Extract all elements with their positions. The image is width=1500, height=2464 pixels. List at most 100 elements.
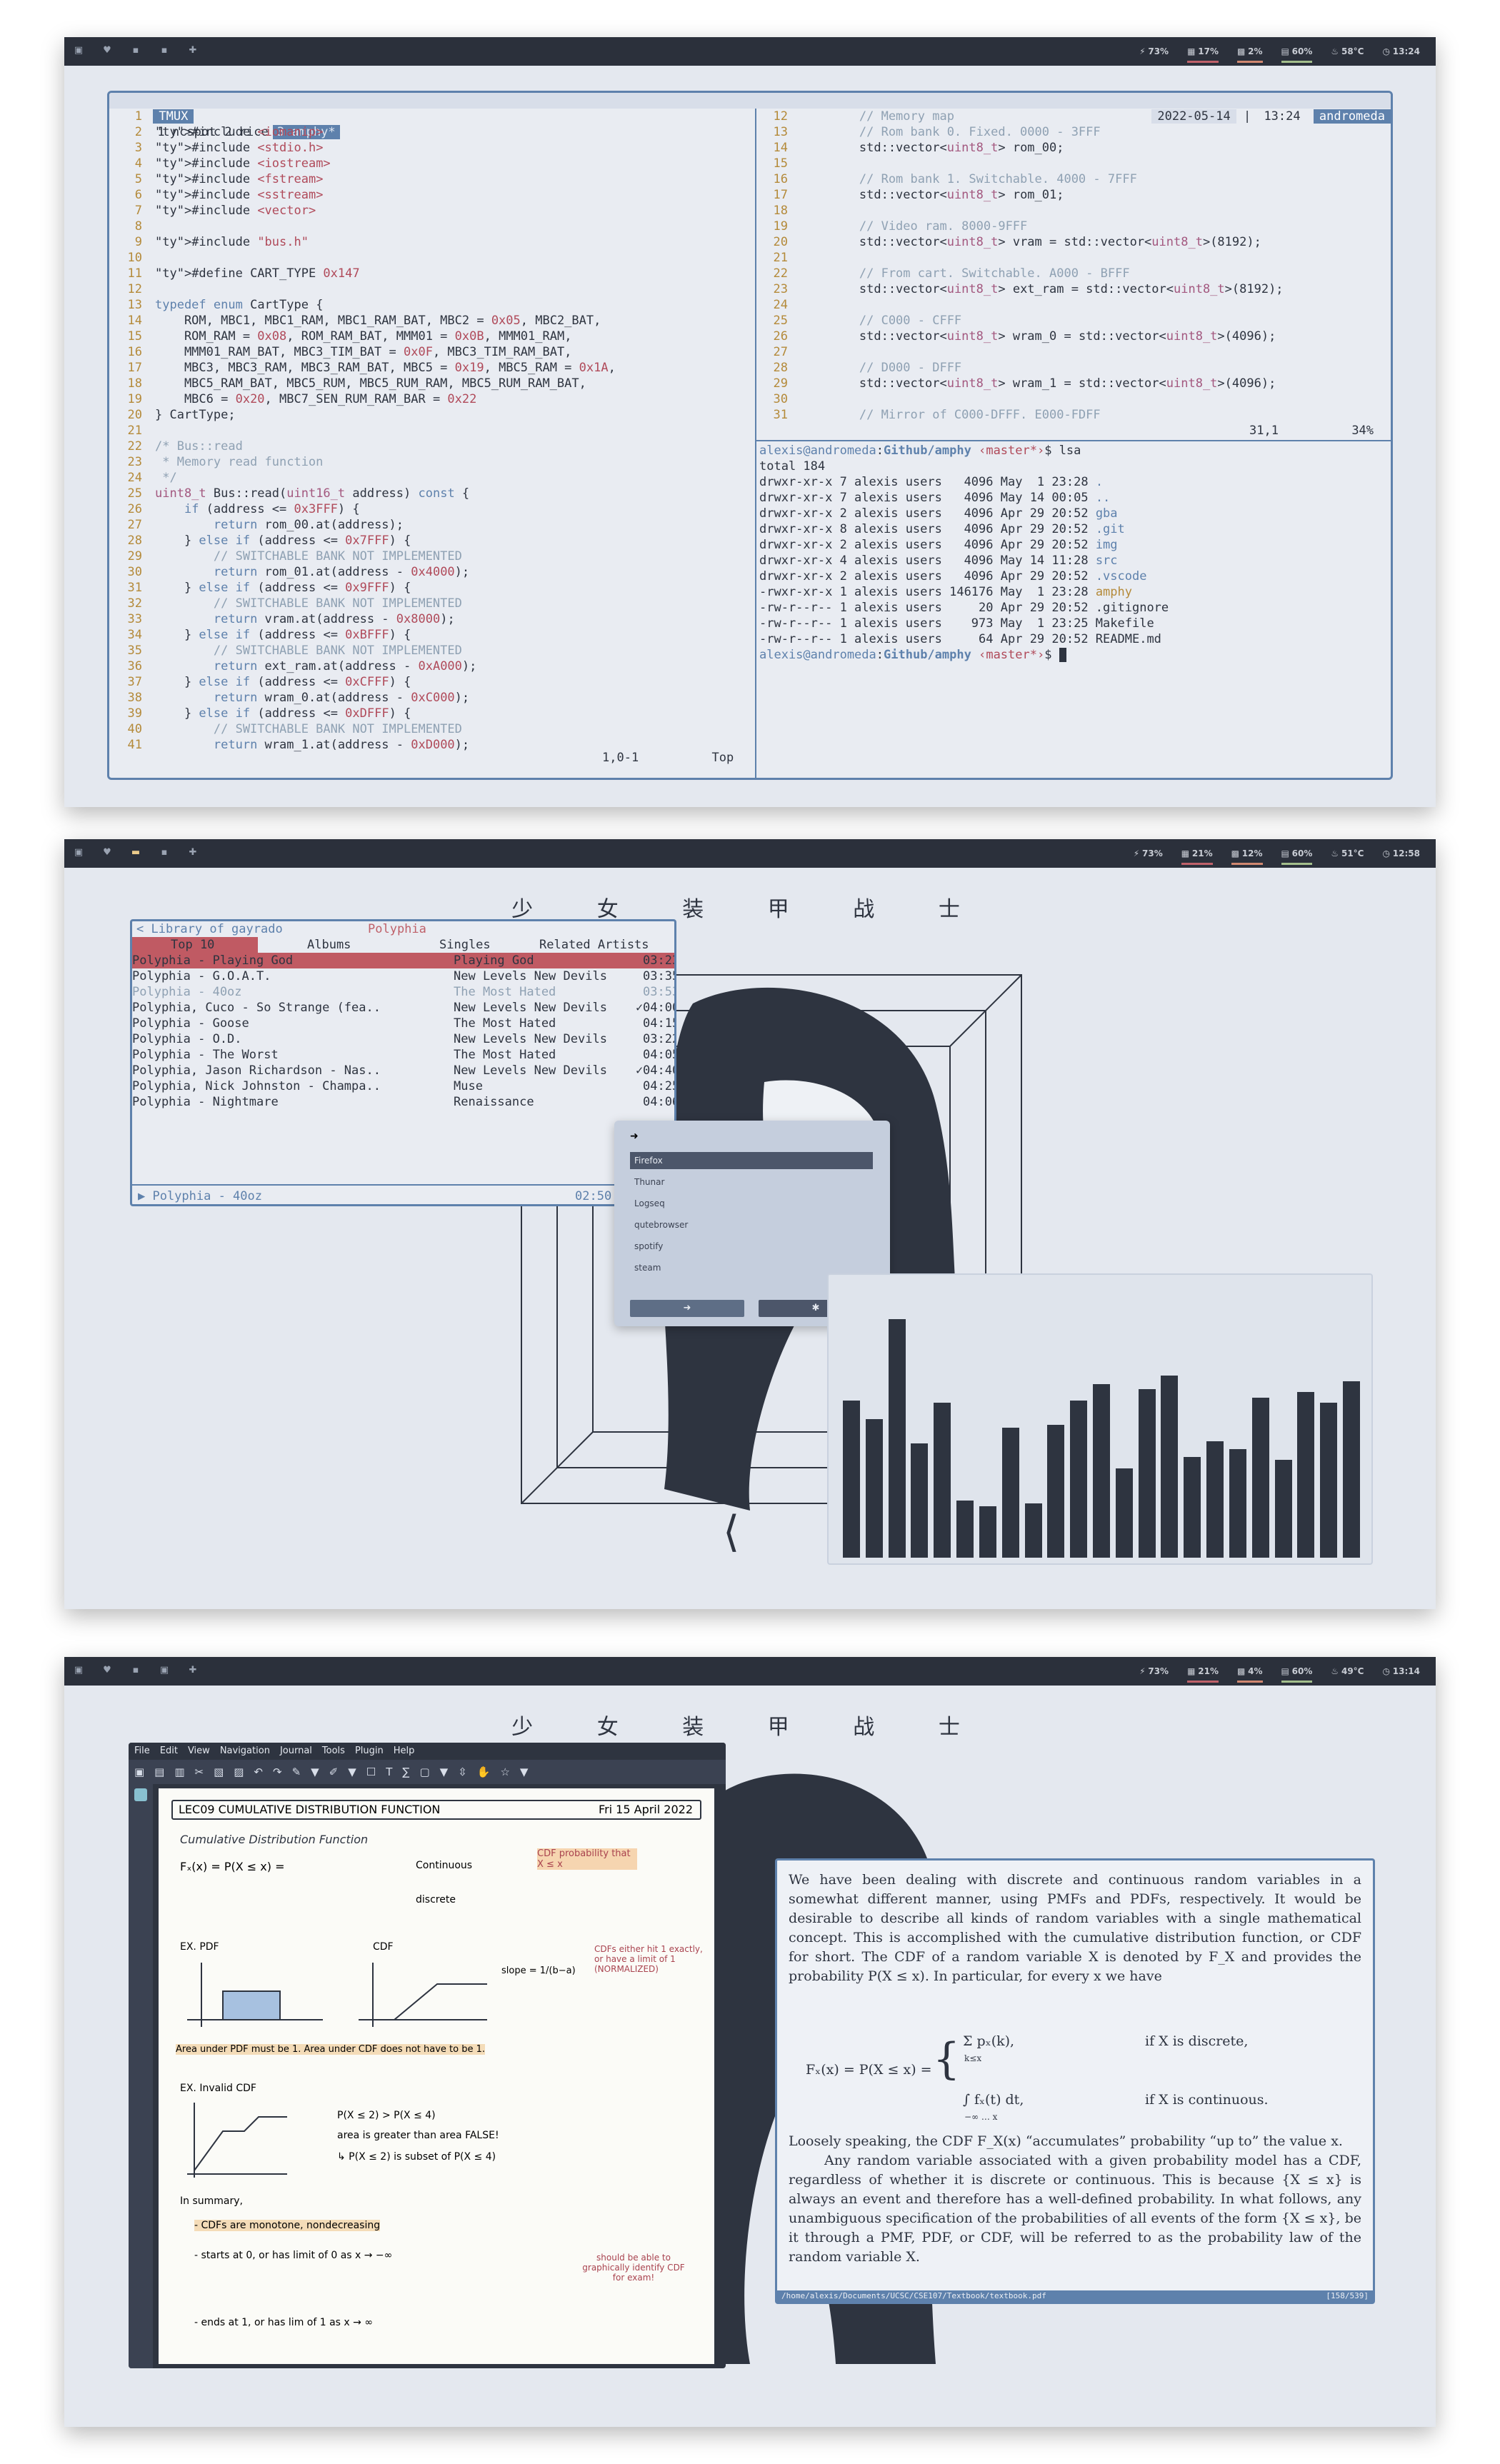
menu-tools[interactable]: Tools [322,1746,345,1756]
code-line: 25 uint8_t Bus::read(uint16_t address) co… [114,486,749,501]
launcher-item[interactable]: spotify [630,1238,873,1255]
temp-stat: ♨ 58°C [1331,46,1364,56]
library-back-link[interactable]: < Library of gayrado [136,921,283,937]
code-line: 22/* Bus::read [114,439,749,454]
disk-stat: ▤ 60% [1281,1657,1313,1686]
battery-stat: ⚡ 73% [1133,848,1163,858]
workspace-icon-1[interactable]: ▣ [73,847,84,858]
code-line: 22 // From cart. Switchable. A000 - BFFF [759,266,1391,281]
launcher-run-button[interactable]: ➜ [630,1300,744,1317]
menu-journal[interactable]: Journal [280,1746,312,1756]
menu-navigation[interactable]: Navigation [220,1746,270,1756]
track-row[interactable]: Polyphia - G.O.A.T. New Levels New Devils… [132,968,674,984]
shell-pane[interactable]: alexis@andromeda:Github/amphy ‹master*›$… [759,443,1391,663]
vim-right-pane[interactable]: 12 // Memory map 13 // Rom bank 0. Fixed.… [759,109,1391,423]
track-row[interactable]: Polyphia, Jason Richardson - Nas.. New Le… [132,1063,674,1078]
code-line: 23 std::vector<uint8_t> ext_ram = std::v… [759,281,1391,297]
menu-view[interactable]: View [188,1746,210,1756]
disk-stat: ▤ 60% [1281,37,1313,66]
menu-edit[interactable]: Edit [160,1746,178,1756]
workspace-icon-5[interactable]: ✚ [187,45,199,56]
workspace-icon-4[interactable]: ▪ [159,847,170,858]
line-number: 10 [127,251,142,265]
note-page[interactable]: LEC09 CUMULATIVE DISTRIBUTION FUNCTION Fr… [159,1788,714,2364]
workspace-icon-3[interactable]: ▬ [130,847,141,858]
launcher-item[interactable]: Firefox [630,1152,873,1169]
line-number: 24 [127,471,142,485]
code-line: 20} CartType; [114,407,749,423]
pdf-paragraph-3: Any random variable associated with a gi… [789,2153,1361,2265]
launcher-item[interactable]: qutebrowser [630,1216,873,1233]
pdf-paragraph-2: Loosely speaking, the CDF F_X(x) “accumu… [789,2133,1343,2149]
tmux-window[interactable]: TMUX 1 ncspot 2 rice 3 amphy* 2022-05-14 |… [107,91,1393,780]
hw-bullet-3: - ends at 1, or has lim of 1 as x → ∞ [194,2317,373,2328]
code-line: 19 // Video ram. 8000-9FFF [759,219,1391,234]
line-number: 38 [127,691,142,705]
tab-singles[interactable]: Singles [439,937,491,953]
code-line: 30 return rom_01.at(address - 0x4000); [114,564,749,580]
launcher-item[interactable]: Logseq [630,1195,873,1212]
ls-entry: drwxr-xr-x 2 alexis users 4096 Apr 29 20… [759,569,1147,584]
track-row[interactable]: Polyphia, Nick Johnston - Champa.. Muse 04… [132,1078,674,1094]
track-row[interactable]: Polyphia - Playing God Playing God 03:23 [132,953,674,968]
workspace-icon-2[interactable]: ♥ [101,1665,113,1676]
menu-plugin[interactable]: Plugin [355,1746,384,1756]
xournal-window[interactable]: File Edit View Navigation Journal Tools Plugin… [129,1743,726,2368]
line-number: 17 [127,361,142,375]
line-number: 18 [773,204,788,218]
visualizer-bar [843,1400,860,1558]
workspace-icon-2[interactable]: ♥ [101,45,113,56]
code-line: 9 "ty">#include "bus.h" [114,234,749,250]
code-line: 23 * Memory read function [114,454,749,470]
tab-top10[interactable]: Top 10 [132,937,258,953]
track-row[interactable]: Polyphia, Cuco - So Strange (fea.. New Le… [132,1000,674,1016]
pdf-viewer[interactable]: We have been dealing with discrete and c… [775,1858,1375,2304]
clock-stat: ◷ 13:24 [1382,46,1421,56]
shell-prompt: alexis@andromeda:Github/amphy ‹master*›$ [759,647,1391,663]
ls-entry: drwxr-xr-x 7 alexis users 4096 May 1 23:… [759,475,1104,489]
track-row[interactable]: Polyphia - The Worst The Most Hated 04:05 [132,1047,674,1063]
tab-albums[interactable]: Albums [307,937,351,953]
track-row[interactable]: Polyphia - Nightmare Renaissance 04:06 [132,1094,674,1110]
line-number: 32 [127,596,142,611]
workspace-icon-3[interactable]: ▪ [130,45,141,56]
workspace-icon-1[interactable]: ▣ [73,45,84,56]
workspace-icon-4[interactable]: ▪ [159,45,170,56]
code-line: 7 "ty">#include <vector> [114,203,749,219]
toolbar-icons[interactable]: ▣▤▥✂▧▨↶↷✎▼✐▼☐T∑▢▼⇳✋☆▼ [134,1766,538,1778]
desktop-notes: ▣ ♥ ▪ ▣ ✚ ⚡ 73% ▦ 21% ▩ 4% ▤ 60% ♨ 49°C … [64,1657,1436,2427]
ls-entry: -rw-r--r-- 1 alexis users 973 May 1 23:2… [759,616,1154,631]
menu-help[interactable]: Help [394,1746,415,1756]
ls-entry: -rw-r--r-- 1 alexis users 64 Apr 29 20:5… [759,632,1161,646]
code-line: 15 ROM_RAM = 0x08, ROM_RAM_BAT, MMM01 = … [114,329,749,344]
tab-related[interactable]: Related Artists [539,937,649,953]
track-row[interactable]: Polyphia - 40oz The Most Hated 03:53 [132,984,674,1000]
pdf-page: [158/539] [1326,2291,1369,2300]
desktop-tmux: ▣ ♥ ▪ ▪ ✚ ⚡ 73% ▦ 17% ▩ 2% ▤ 60% ♨ 58°C … [64,37,1436,807]
page-color-icon[interactable] [134,1788,147,1801]
workspace-icon-3[interactable]: ▪ [130,1665,141,1676]
menu-file[interactable]: File [134,1746,150,1756]
ls-entry: -rw-r--r-- 1 alexis users 20 Apr 29 20:5… [759,601,1169,615]
workspace-icon-5[interactable]: ✚ [187,1665,199,1676]
ncspot-window[interactable]: < Library of gayrado Polyphia Top 10 Alb… [130,919,676,1206]
hw-cdf-box: CDF probability that X ≤ x [537,1848,637,1870]
track-row[interactable]: Polyphia - Goose The Most Hated 04:15 [132,1016,674,1031]
workspace-icon-5[interactable]: ✚ [187,847,199,858]
track-row[interactable]: Polyphia - O.D. New Levels New Devils 03:2… [132,1031,674,1047]
workspace-icon-1[interactable]: ▣ [73,1665,84,1676]
code-line: 5 "ty">#include <fstream> [114,171,749,187]
workspace-icon-2[interactable]: ♥ [101,847,113,858]
ncspot-header: < Library of gayrado Polyphia [132,921,674,937]
hw-ex1: EX. PDF [180,1941,219,1953]
code-line: 17 std::vector<uint8_t> rom_01; [759,187,1391,203]
hw-definition: Fₓ(x) = P(X ≤ x) = [180,1860,285,1873]
launcher-item[interactable]: Thunar [630,1173,873,1191]
vim-left-pane[interactable]: 1 2 "ty">#include <iomanip> 3 "ty">#include … [114,109,749,753]
code-line: 10 [114,250,749,266]
note-title-box: LEC09 CUMULATIVE DISTRIBUTION FUNCTION Fr… [171,1800,701,1820]
visualizer-bar [865,1419,883,1558]
line-number: 12 [127,282,142,296]
status-bar: ▣ ♥ ▬ ▪ ✚ ⚡ 73% ▦ 21% ▩ 12% ▤ 60% ♨ 51°C… [64,839,1436,868]
workspace-icon-4[interactable]: ▣ [159,1665,170,1676]
